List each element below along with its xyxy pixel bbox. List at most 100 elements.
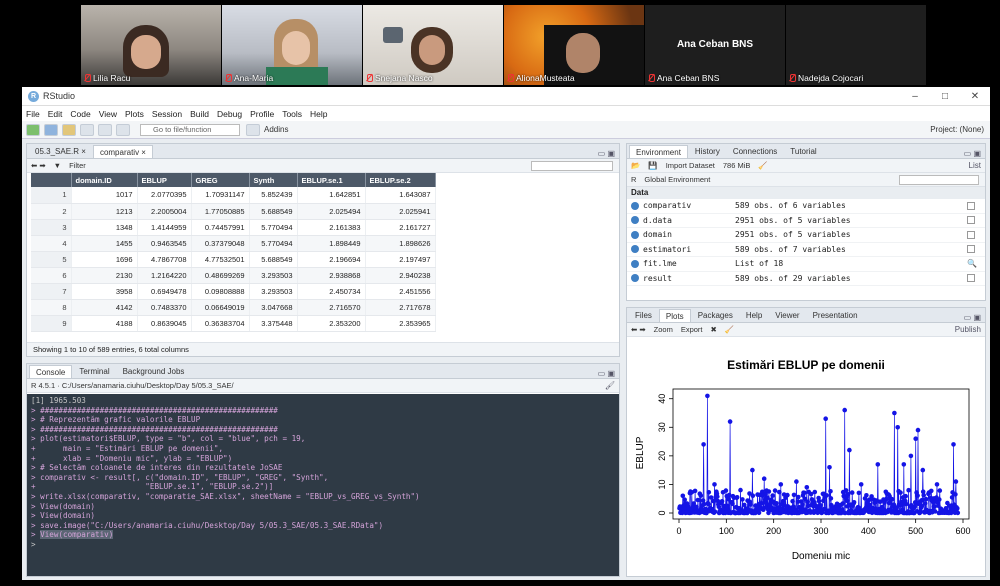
inspect-icon[interactable]: 🔍: [967, 259, 977, 268]
new-project-icon[interactable]: [44, 123, 58, 136]
tab-history[interactable]: History: [689, 145, 726, 158]
open-file-icon[interactable]: [62, 123, 76, 136]
table-search-input[interactable]: [531, 160, 613, 171]
participant-tile-1[interactable]: Lilia Racu: [81, 5, 221, 85]
table-row[interactable]: 8 4142 0.7483370 0.06649019 3.047668 2.716570…: [31, 299, 436, 316]
view-table-icon[interactable]: [967, 274, 975, 283]
env-search-input[interactable]: [899, 174, 979, 185]
participant-tile-6[interactable]: Nadejda Cojocari: [786, 5, 926, 85]
filter-icon[interactable]: ▼: [54, 161, 61, 170]
grid-layout-icon[interactable]: [246, 123, 260, 136]
new-file-icon[interactable]: [26, 123, 40, 136]
memory-usage[interactable]: 786 MiB: [723, 161, 751, 170]
env-item[interactable]: fit.lme List of 18 🔍: [627, 257, 985, 272]
print-icon[interactable]: [116, 123, 130, 136]
pane-minmax-icon[interactable]: ▭ ▣: [964, 313, 981, 322]
table-row[interactable]: 3 1348 1.4144959 0.74457991 5.770494 2.161383…: [31, 219, 436, 236]
zoom-button[interactable]: Zoom: [654, 325, 673, 334]
clear-console-icon[interactable]: 🖌: [605, 381, 615, 390]
view-table-icon[interactable]: [967, 245, 975, 254]
tab-05-3-sae-r[interactable]: 05.3_SAE.R ×: [29, 145, 92, 158]
column-header[interactable]: Synth: [249, 173, 298, 187]
addins-menu[interactable]: Addins: [264, 125, 288, 134]
env-item[interactable]: comparativ 589 obs. of 6 variables: [627, 199, 985, 214]
tab-environment[interactable]: Environment: [629, 145, 688, 158]
language-select[interactable]: R: [631, 175, 636, 184]
menu-profile[interactable]: Profile: [250, 109, 274, 119]
save-workspace-icon[interactable]: 💾: [648, 161, 657, 170]
tab-files[interactable]: Files: [629, 309, 658, 322]
participant-tile-2[interactable]: Ana-Maria: [222, 5, 362, 85]
view-table-icon[interactable]: [967, 230, 975, 239]
env-item[interactable]: estimatori 589 obs. of 7 variables: [627, 243, 985, 257]
pane-minmax-icon[interactable]: ▭ ▣: [598, 369, 615, 378]
data-point: [821, 498, 826, 503]
participant-tile-3[interactable]: Snejana Nasco: [363, 5, 503, 85]
column-header[interactable]: GREG: [191, 173, 250, 187]
column-header[interactable]: EBLUP.se.1: [297, 173, 366, 187]
participant-tile-5[interactable]: Ana Ceban BNS Ana Ceban BNS: [645, 5, 785, 85]
column-header[interactable]: EBLUP: [137, 173, 192, 187]
tab-plots[interactable]: Plots: [658, 309, 691, 322]
back-arrow-icon[interactable]: ⬅ ➡: [31, 161, 46, 170]
tab-presentation[interactable]: Presentation: [807, 309, 864, 322]
save-icon[interactable]: [80, 123, 94, 136]
menu-debug[interactable]: Debug: [217, 109, 242, 119]
filter-button[interactable]: Filter: [69, 161, 86, 170]
menu-view[interactable]: View: [99, 109, 117, 119]
env-item[interactable]: d.data 2951 obs. of 5 variables: [627, 214, 985, 228]
save-all-icon[interactable]: [98, 123, 112, 136]
table-row[interactable]: 5 1696 4.7867708 4.77532501 5.688549 2.196694…: [31, 251, 436, 268]
table-row[interactable]: 7 3958 0.6949478 0.09808888 3.293503 2.450734…: [31, 283, 436, 300]
menu-session[interactable]: Session: [152, 109, 182, 119]
view-table-icon[interactable]: [967, 216, 975, 225]
table-row[interactable]: 2 1213 2.2005004 1.77050885 5.688549 2.025494…: [31, 203, 436, 220]
column-header[interactable]: EBLUP.se.2: [365, 173, 436, 187]
tab-console[interactable]: Console: [29, 365, 73, 378]
participant-tile-4[interactable]: AlionaMusteata: [504, 5, 644, 85]
menu-code[interactable]: Code: [70, 109, 90, 119]
broom-icon[interactable]: 🧹: [758, 161, 767, 170]
scope-select[interactable]: Global Environment: [644, 175, 710, 184]
minimize-button[interactable]: –: [900, 91, 930, 102]
tab-comparativ[interactable]: comparativ ×: [92, 145, 153, 158]
tab-help[interactable]: Help: [740, 309, 768, 322]
publish-button[interactable]: Publish: [955, 325, 981, 334]
broom-icon[interactable]: 🧹: [725, 325, 734, 334]
import-dataset-button[interactable]: Import Dataset: [666, 161, 715, 170]
column-header-rownum[interactable]: [31, 173, 72, 187]
env-item[interactable]: result 589 obs. of 29 variables: [627, 272, 985, 286]
column-header[interactable]: domain.ID: [71, 173, 138, 187]
open-workspace-icon[interactable]: 📂: [631, 161, 640, 170]
pane-minmax-icon[interactable]: ▭ ▣: [964, 149, 981, 158]
project-menu[interactable]: Project: (None): [930, 125, 984, 134]
tab-connections[interactable]: Connections: [727, 145, 783, 158]
menu-edit[interactable]: Edit: [48, 109, 63, 119]
env-item[interactable]: domain 2951 obs. of 5 variables: [627, 228, 985, 243]
table-row[interactable]: 4 1455 0.9463545 0.37379048 5.770494 1.898449…: [31, 235, 436, 252]
close-window-button[interactable]: ✕: [960, 91, 990, 102]
table-row[interactable]: 1 1017 2.0770395 1.70931147 5.852439 1.642851…: [31, 187, 436, 204]
menu-help[interactable]: Help: [310, 109, 327, 119]
tab-background-jobs[interactable]: Background Jobs: [117, 365, 191, 378]
menu-build[interactable]: Build: [190, 109, 209, 119]
list-view-button[interactable]: List: [969, 161, 981, 170]
remove-plot-icon[interactable]: ✖: [711, 325, 717, 334]
menu-plots[interactable]: Plots: [125, 109, 144, 119]
table-row[interactable]: 9 4188 0.8639045 0.36383704 3.375448 2.353200…: [31, 315, 436, 332]
tab-tutorial[interactable]: Tutorial: [784, 145, 822, 158]
menu-tools[interactable]: Tools: [282, 109, 302, 119]
goto-file-input[interactable]: Go to file/function: [140, 123, 240, 136]
env-item-value: 589 obs. of 7 variables: [735, 244, 846, 254]
tab-viewer[interactable]: Viewer: [769, 309, 805, 322]
export-button[interactable]: Export: [681, 325, 703, 334]
pane-minmax-icon[interactable]: ▭ ▣: [598, 149, 615, 158]
maximize-button[interactable]: □: [930, 91, 960, 102]
tab-terminal[interactable]: Terminal: [73, 365, 115, 378]
console-output[interactable]: [1] 1965.503 > ##########################…: [27, 394, 619, 576]
menu-file[interactable]: File: [26, 109, 40, 119]
table-row[interactable]: 6 2130 1.2164220 0.48699269 3.293503 2.938868…: [31, 267, 436, 284]
view-table-icon[interactable]: [967, 201, 975, 210]
plot-nav-icon[interactable]: ⬅ ➡: [631, 325, 646, 334]
tab-packages[interactable]: Packages: [692, 309, 739, 322]
